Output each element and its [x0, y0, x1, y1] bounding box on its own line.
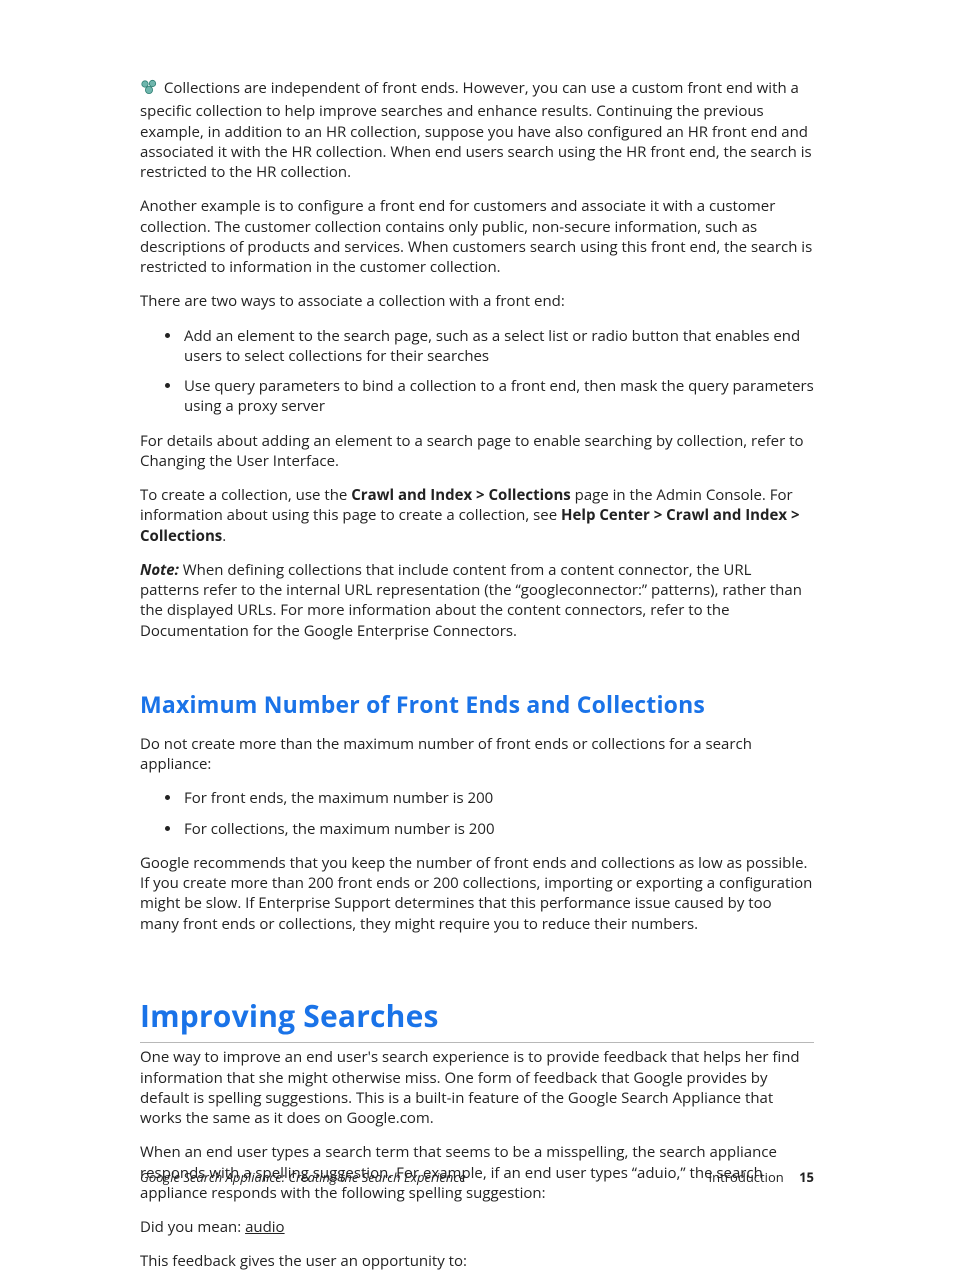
- bullet-list: Add an element to the search page, such …: [140, 326, 814, 417]
- did-you-mean-link[interactable]: audio: [245, 1217, 285, 1237]
- bullet-list: For front ends, the maximum number is 20…: [140, 788, 814, 839]
- para-text: Collections are independent of front end…: [140, 78, 812, 182]
- body-paragraph: This feedback gives the user an opportun…: [140, 1251, 814, 1271]
- para-text: To create a collection, use the: [140, 485, 351, 505]
- footer-section: Introduction: [709, 1168, 784, 1186]
- body-paragraph: Do not create more than the maximum numb…: [140, 734, 814, 775]
- tip-icon: [140, 78, 158, 101]
- list-item: For front ends, the maximum number is 20…: [182, 788, 814, 808]
- body-paragraph: Google recommends that you keep the numb…: [140, 853, 814, 934]
- heading-improving-searches: Improving Searches: [140, 996, 814, 1044]
- note-body: When defining collections that include c…: [140, 560, 802, 641]
- footer-doc-title: Google Search Appliance: Creating the Se…: [140, 1169, 466, 1187]
- note-label: Note:: [140, 560, 179, 580]
- footer-page-number: 15: [799, 1168, 814, 1186]
- tip-paragraph: Collections are independent of front end…: [140, 78, 814, 182]
- did-you-mean-text: Did you mean:: [140, 1217, 245, 1237]
- body-paragraph: To create a collection, use the Crawl an…: [140, 485, 814, 546]
- body-paragraph: One way to improve an end user's search …: [140, 1047, 814, 1128]
- list-item: Use query parameters to bind a collectio…: [182, 376, 814, 417]
- bold-text: Crawl and Index > Collections: [351, 485, 571, 505]
- body-paragraph: There are two ways to associate a collec…: [140, 291, 814, 311]
- page-footer: Google Search Appliance: Creating the Se…: [140, 1169, 814, 1187]
- note-paragraph: Note: When defining collections that inc…: [140, 560, 814, 641]
- did-you-mean: Did you mean: audio: [140, 1217, 814, 1237]
- body-paragraph: Another example is to configure a front …: [140, 196, 814, 277]
- list-item: For collections, the maximum number is 2…: [182, 819, 814, 839]
- body-paragraph: For details about adding an element to a…: [140, 431, 814, 472]
- heading-max-front-ends: Maximum Number of Front Ends and Collect…: [140, 689, 814, 720]
- list-item: Add an element to the search page, such …: [182, 326, 814, 367]
- para-text: .: [222, 526, 226, 546]
